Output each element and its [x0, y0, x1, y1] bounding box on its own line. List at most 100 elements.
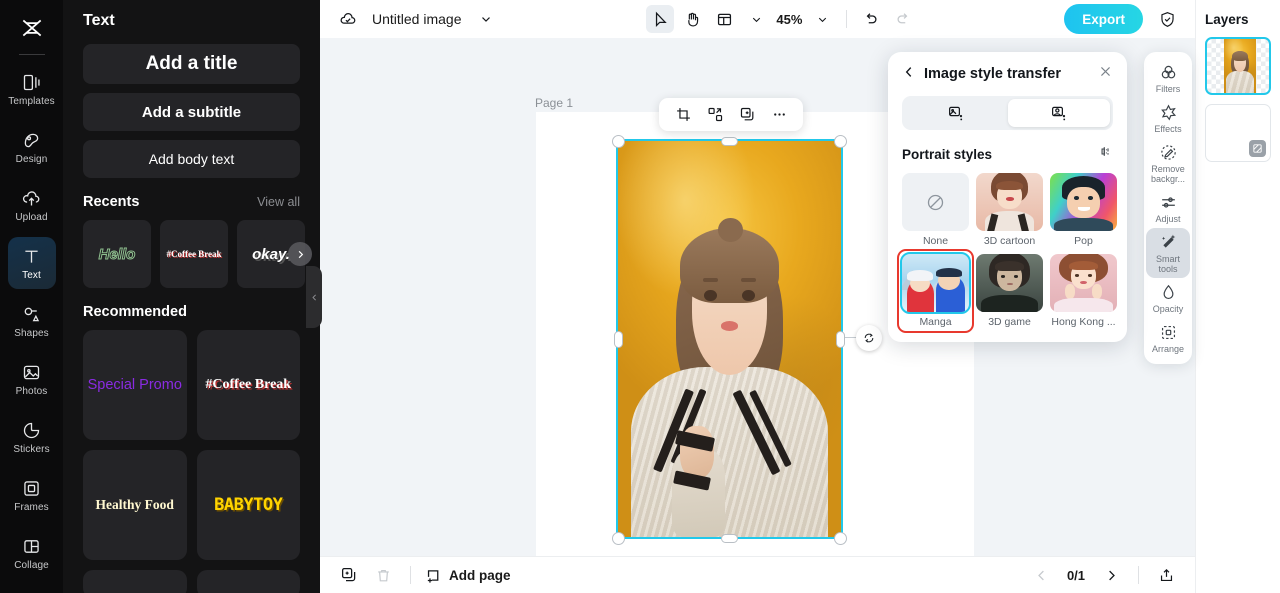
resize-handle-bottom-center[interactable] — [721, 534, 738, 543]
document-title[interactable]: Untitled image — [372, 11, 462, 27]
select-tool-button[interactable] — [646, 5, 675, 33]
resize-handle-bottom-left[interactable] — [612, 532, 625, 545]
chevron-right-icon — [1108, 570, 1115, 580]
shield-check-icon[interactable] — [1153, 5, 1181, 33]
dock-item-arrange[interactable]: Arrange — [1146, 318, 1190, 358]
add-page-button[interactable]: Add page — [425, 567, 511, 584]
resize-handle-bottom-right[interactable] — [834, 532, 847, 545]
design-icon — [21, 129, 43, 151]
recent-item-1[interactable]: #Coffee Break — [160, 220, 228, 288]
layout-icon — [717, 13, 731, 25]
style-cell-manga[interactable]: Manga — [897, 249, 974, 333]
selected-image[interactable] — [616, 139, 843, 539]
crop-button[interactable] — [669, 102, 697, 128]
add-title-button[interactable]: Add a title — [83, 44, 300, 84]
recommended-item-3[interactable]: BABYTOY — [196, 450, 300, 560]
undo-arrow-icon — [867, 13, 877, 24]
style-cell-3d-game[interactable]: 3D game — [976, 254, 1043, 328]
layout-tool-button[interactable] — [710, 5, 738, 33]
redo-button[interactable] — [889, 5, 917, 33]
layer-item-image[interactable] — [1205, 37, 1271, 95]
recommended-item-4[interactable] — [83, 570, 187, 593]
next-page-button[interactable] — [1098, 562, 1124, 588]
recents-row: Hello #Coffee Break okay. — [83, 220, 312, 288]
style-label-none: None — [922, 235, 949, 247]
dock-item-filters[interactable]: Filters — [1146, 58, 1190, 98]
prev-page-button[interactable] — [1028, 562, 1054, 588]
export-button[interactable]: Export — [1064, 4, 1144, 34]
text-panel: Text Add a title Add a subtitle Add body… — [63, 0, 320, 593]
dock-label-adjust: Adjust — [1155, 214, 1181, 224]
compare-button[interactable] — [1098, 144, 1113, 164]
style-cell-none[interactable]: None — [902, 173, 969, 247]
layers-panel: Layers — [1195, 0, 1280, 593]
frames-icon — [21, 477, 43, 499]
image-style-tab[interactable] — [905, 99, 1008, 127]
recents-view-all-link[interactable]: View all — [257, 195, 300, 209]
resize-handle-middle-right[interactable] — [836, 331, 845, 348]
shapes-icon — [21, 303, 43, 325]
photos-icon — [21, 361, 43, 383]
sidebar-item-shapes[interactable]: Shapes — [8, 295, 56, 347]
recommended-item-5[interactable] — [196, 570, 300, 593]
sidebar-item-design[interactable]: Design — [8, 121, 56, 173]
dock-item-smart-tools[interactable]: Smart tools — [1146, 228, 1190, 278]
zoom-level-value: 45% — [776, 11, 803, 27]
resize-handle-top-center[interactable] — [721, 137, 738, 146]
layout-chevron-down-icon[interactable] — [742, 5, 770, 33]
resize-handle-top-left[interactable] — [612, 135, 625, 148]
dock-item-opacity[interactable]: Opacity — [1146, 278, 1190, 318]
app-logo[interactable] — [12, 8, 52, 48]
recents-header: Recents View all — [83, 194, 300, 210]
delete-page-button[interactable] — [370, 562, 396, 588]
duplicate-button[interactable] — [733, 102, 761, 128]
crop-icon — [676, 108, 690, 121]
recommended-item-1[interactable]: #Coffee Break — [196, 330, 300, 440]
sidebar-item-stickers[interactable]: Stickers — [8, 411, 56, 463]
portrait-style-tab[interactable] — [1007, 99, 1110, 127]
sidebar-item-templates[interactable]: Templates — [8, 63, 56, 115]
resize-handle-top-right[interactable] — [834, 135, 847, 148]
zoom-chevron-down-icon[interactable] — [808, 5, 836, 33]
recommended-item-0[interactable]: Special Promo — [83, 330, 187, 440]
add-body-text-button[interactable]: Add body text — [83, 140, 300, 178]
sidebar-label-text: Text — [22, 270, 41, 281]
title-chevron-down-icon[interactable] — [472, 5, 500, 33]
layer-item-background[interactable] — [1205, 104, 1271, 162]
replace-button[interactable] — [701, 102, 729, 128]
duplicate-page-icon — [341, 567, 356, 582]
rotate-button[interactable] — [856, 325, 882, 351]
redo-arrow-icon — [897, 13, 908, 24]
resize-handle-middle-left[interactable] — [614, 331, 623, 348]
portrait-style-icon — [1051, 106, 1065, 121]
dock-item-adjust[interactable]: Adjust — [1146, 188, 1190, 228]
more-button[interactable] — [765, 102, 793, 128]
replace-icon — [708, 107, 722, 122]
recents-next-arrow[interactable] — [288, 242, 312, 266]
style-cell-3d-cartoon[interactable]: 3D cartoon — [976, 173, 1043, 247]
layer-thumbnail — [1224, 39, 1256, 93]
recommended-item-2[interactable]: Healthy Food — [83, 450, 187, 560]
recent-item-0[interactable]: Hello — [83, 220, 151, 288]
sidebar-item-upload[interactable]: Upload — [8, 179, 56, 231]
style-panel-back-button[interactable] — [902, 65, 916, 84]
undo-button[interactable] — [857, 5, 885, 33]
dock-item-remove-background[interactable]: Remove backgr... — [1146, 138, 1190, 188]
style-cell-pop[interactable]: Pop — [1050, 173, 1117, 247]
sidebar-item-text[interactable]: Text — [7, 237, 56, 289]
sidebar-item-frames[interactable]: Frames — [8, 469, 56, 521]
dock-item-effects[interactable]: Effects — [1146, 98, 1190, 138]
add-subtitle-button[interactable]: Add a subtitle — [83, 93, 300, 131]
tool-dock: Filters Effects Remove backgr... Adjust … — [1144, 52, 1192, 364]
export-page-button[interactable] — [1153, 562, 1179, 588]
image-style-transfer-panel: Image style transfer Portrait styles Non… — [888, 52, 1127, 342]
add-page-label: Add page — [449, 567, 511, 583]
cloud-check-icon[interactable] — [334, 5, 362, 33]
panel-collapse-handle[interactable] — [306, 266, 322, 328]
hand-tool-button[interactable] — [678, 5, 706, 33]
duplicate-page-button[interactable] — [336, 562, 362, 588]
sidebar-item-photos[interactable]: Photos — [8, 353, 56, 405]
style-cell-hong-kong[interactable]: Hong Kong ... — [1050, 254, 1117, 328]
sidebar-item-collage[interactable]: Collage — [8, 527, 56, 579]
style-panel-close-button[interactable] — [1098, 64, 1113, 84]
